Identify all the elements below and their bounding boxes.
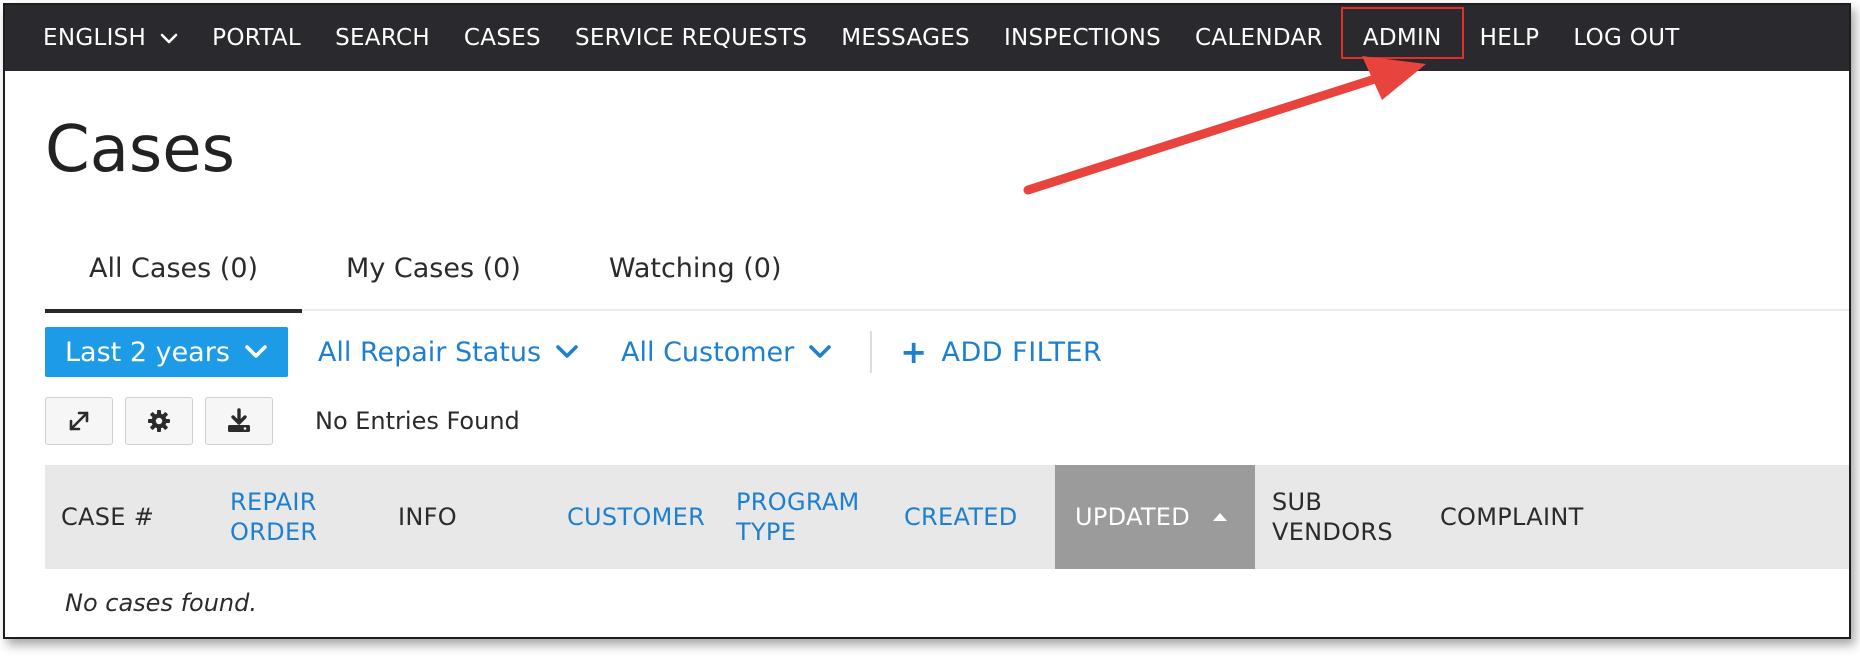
column-info: INFO [398,503,457,531]
chevron-down-icon [245,345,267,358]
nav-help[interactable]: HELP [1480,5,1540,71]
nav-cases[interactable]: CASES [464,5,541,71]
sort-ascending-icon [1213,513,1228,521]
app-window: ENGLISH PORTAL SEARCH CASES SERVICE REQU… [3,3,1851,639]
column-customer[interactable]: CUSTOMER [567,465,727,569]
plus-icon: + [900,333,928,371]
tab-my-cases[interactable]: My Cases (0) [302,245,565,311]
top-navigation: ENGLISH PORTAL SEARCH CASES SERVICE REQU… [5,5,1849,71]
nav-portal[interactable]: PORTAL [212,5,301,71]
chevron-down-icon [809,345,832,358]
language-label: ENGLISH [43,25,147,51]
filter-divider [870,331,873,373]
nav-admin[interactable]: ADMIN [1340,5,1464,71]
column-complaint: COMPLAINT [1440,503,1584,531]
nav-search[interactable]: SEARCH [335,5,430,71]
date-range-label: Last 2 years [65,336,230,368]
nav-log-out[interactable]: LOG OUT [1573,5,1679,71]
column-sub-vendors: SUB VENDORS [1272,488,1393,546]
expand-icon [69,411,89,431]
case-tabs: All Cases (0) My Cases (0) Watching (0) [45,245,1849,313]
download-button[interactable] [205,397,273,445]
download-icon [228,408,250,432]
expand-button[interactable] [45,397,113,445]
language-selector[interactable]: ENGLISH [43,5,178,71]
customer-filter[interactable]: All Customer [621,337,832,368]
date-range-filter[interactable]: Last 2 years [45,327,288,377]
repair-status-filter[interactable]: All Repair Status [318,337,579,368]
cases-table-header: CASE # REPAIR ORDER INFO CUSTOMER PROGRA… [45,465,1849,569]
settings-button[interactable] [125,397,193,445]
column-program-type[interactable]: PROGRAM TYPE [736,465,876,569]
chevron-down-icon [160,33,178,44]
repair-status-label: All Repair Status [317,336,542,368]
column-updated[interactable]: UPDATED [1055,465,1255,569]
chevron-down-icon [556,345,578,358]
nav-inspections[interactable]: INSPECTIONS [1004,5,1161,71]
customer-filter-label: All Customer [621,336,795,368]
gear-icon [148,410,170,432]
nav-messages[interactable]: MESSAGES [841,5,970,71]
add-filter-button[interactable]: + ADD FILTER [900,333,1102,371]
tab-watching[interactable]: Watching (0) [565,245,826,311]
column-created[interactable]: CREATED [904,465,1054,569]
nav-calendar[interactable]: CALENDAR [1195,5,1323,71]
tab-all-cases[interactable]: All Cases (0) [45,245,303,313]
add-filter-label: ADD FILTER [941,336,1103,368]
column-case-number: CASE # [61,503,155,531]
page-title: Cases [45,113,235,187]
column-repair-order[interactable]: REPAIR ORDER [230,465,360,569]
table-toolbar: No Entries Found [45,397,520,445]
filter-bar: Last 2 years All Repair Status All Custo… [45,327,1102,377]
nav-service-requests[interactable]: SERVICE REQUESTS [575,5,807,71]
entries-status: No Entries Found [315,407,520,435]
empty-table-message: No cases found. [65,589,257,617]
column-updated-label: UPDATED [1075,503,1191,531]
